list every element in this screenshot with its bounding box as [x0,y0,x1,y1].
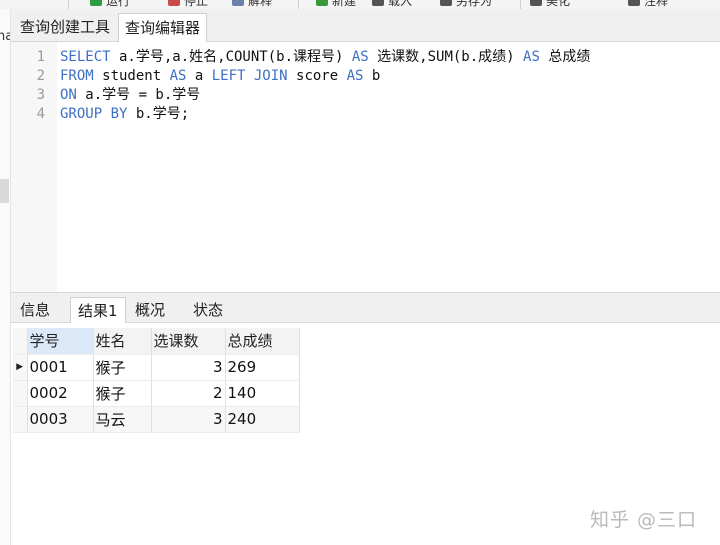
column-header-course-count[interactable]: 选课数 [151,328,226,355]
code-line[interactable]: SELECT a.学号,a.姓名,COUNT(b.课程号) AS 选课数,SUM… [60,48,590,67]
tab-profile[interactable]: 概况 [128,297,172,323]
sql-keyword: SELECT [60,49,111,65]
tab-query-builder-label: 查询创建工具 [20,18,111,36]
table-row[interactable]: ▶ 0001 猴子 3 269 [13,354,300,381]
beautify-icon [530,0,542,6]
toolbar-button-label: 解释 [248,0,273,8]
sql-keyword: FROM [60,68,94,84]
toolbar-separator [298,0,299,9]
editor-tab-bar: 查询创建工具 查询编辑器 [11,9,720,42]
toolbar-button[interactable]: 载入 [372,0,413,8]
cell-total-score[interactable]: 240 [225,406,300,433]
toolbar-button[interactable]: 解释 [232,0,273,8]
toolbar-separator [68,0,69,9]
sql-keyword: GROUP BY [60,106,128,122]
load-icon [372,0,384,6]
tab-query-editor-label: 查询编辑器 [125,19,201,37]
sql-keyword: ON [60,87,77,103]
sql-keyword: AS [169,68,187,84]
object-panel-text: na [0,29,10,44]
object-panel-edge: na [0,9,11,545]
line-number: 4 [36,106,45,122]
toolbar-button-label: 载入 [388,0,413,8]
sql-keyword: AS [351,49,369,65]
tab-info[interactable]: 信息 [13,297,57,323]
column-header-student-id[interactable]: 学号 [27,328,94,355]
toolbar-button[interactable]: 另存为 [440,0,493,8]
sql-keyword: LEFT JOIN [211,68,288,84]
code-line[interactable]: FROM student AS a LEFT JOIN score AS b [60,67,380,86]
sql-text: score [287,68,347,84]
toolbar-button-label: 新建 [332,0,357,8]
cell-student-id[interactable]: 0001 [27,354,94,381]
cell-student-id[interactable]: 0003 [27,406,94,433]
toolbar-button-label: 运行 [106,0,131,8]
tab-info-label: 信息 [20,301,51,319]
cell-course-count[interactable]: 3 [151,406,226,433]
cell-course-count[interactable]: 2 [151,380,226,407]
toolbar-button-label: 停止 [184,0,209,8]
toolbar-separator [520,0,521,9]
table-row[interactable]: 0002 猴子 2 140 [13,380,300,407]
sql-text: a [186,68,212,84]
row-indicator [13,406,28,433]
grid-corner[interactable] [13,328,28,355]
column-header-total-score[interactable]: 总成绩 [225,328,300,355]
saveas-icon [440,0,452,6]
sql-text: b [363,68,381,84]
cell-total-score[interactable]: 269 [225,354,300,381]
toolbar-button-label: 另存为 [456,0,493,8]
result-tab-bar: 信息 结果1 概况 状态 [11,293,720,323]
tab-status[interactable]: 状态 [186,297,230,323]
cell-name[interactable]: 猴子 [93,354,152,381]
tab-result-1[interactable]: 结果1 [70,297,126,323]
toolbar-button[interactable]: 停止 [168,0,209,8]
table-row[interactable]: 0003 马云 3 240 [13,406,300,433]
cell-name[interactable]: 马云 [93,406,152,433]
result-grid: 学号 姓名 选课数 总成绩 ▶ 0001 猴子 3 269 0002 猴子 2 … [13,328,300,433]
sql-text: a.学号,a.姓名,COUNT(b.课程号) [110,49,352,65]
row-indicator-icon: ▶ [13,354,28,381]
panel-scroll-marker[interactable] [0,179,9,203]
cell-name[interactable]: 猴子 [93,380,152,407]
column-header-name[interactable]: 姓名 [93,328,152,355]
line-number-gutter: 1 2 3 4 [11,42,57,292]
tab-profile-label: 概况 [135,301,166,319]
sql-text: b.学号; [127,106,190,122]
row-indicator [13,380,28,407]
explain-icon [232,0,244,6]
comment-icon [628,0,640,6]
tab-query-editor[interactable]: 查询编辑器 [118,13,208,42]
watermark: 知乎 @三口 [590,509,698,531]
tab-result-1-label: 结果1 [78,302,118,320]
code-line[interactable]: ON a.学号 = b.学号 [60,86,200,105]
toolbar-button[interactable]: 运行 [90,0,131,8]
toolbar-button[interactable]: 新建 [316,0,357,8]
toolbar-button[interactable]: 注释 [628,0,669,8]
sql-text: 总成绩 [539,49,591,65]
line-number: 2 [36,68,45,84]
sql-text: 选课数,SUM(b.成绩) [368,49,524,65]
run-icon [90,0,102,6]
cell-course-count[interactable]: 3 [151,354,226,381]
sql-keyword: AS [346,68,364,84]
sql-text: a.学号 = b.学号 [76,87,201,103]
line-number: 3 [36,87,45,103]
tab-query-builder[interactable]: 查询创建工具 [14,13,116,42]
sql-text: student [93,68,170,84]
cell-total-score[interactable]: 140 [225,380,300,407]
sql-editor[interactable]: 1 2 3 4 SELECT a.学号,a.姓名,COUNT(b.课程号) AS… [11,42,720,293]
cell-student-id[interactable]: 0002 [27,380,94,407]
code-line[interactable]: GROUP BY b.学号; [60,105,189,124]
tab-status-label: 状态 [193,301,224,319]
sql-keyword: AS [523,49,540,65]
grid-header-row: 学号 姓名 选课数 总成绩 [13,328,300,355]
toolbar: 运行 停止 解释 新建 载入 另存为 美化 注释 [0,0,720,9]
toolbar-button[interactable]: 美化 [530,0,571,8]
new-icon [316,0,328,6]
toolbar-button-label: 美化 [546,0,571,8]
stop-icon [168,0,180,6]
toolbar-button-label: 注释 [644,0,669,8]
line-number: 1 [36,49,45,65]
